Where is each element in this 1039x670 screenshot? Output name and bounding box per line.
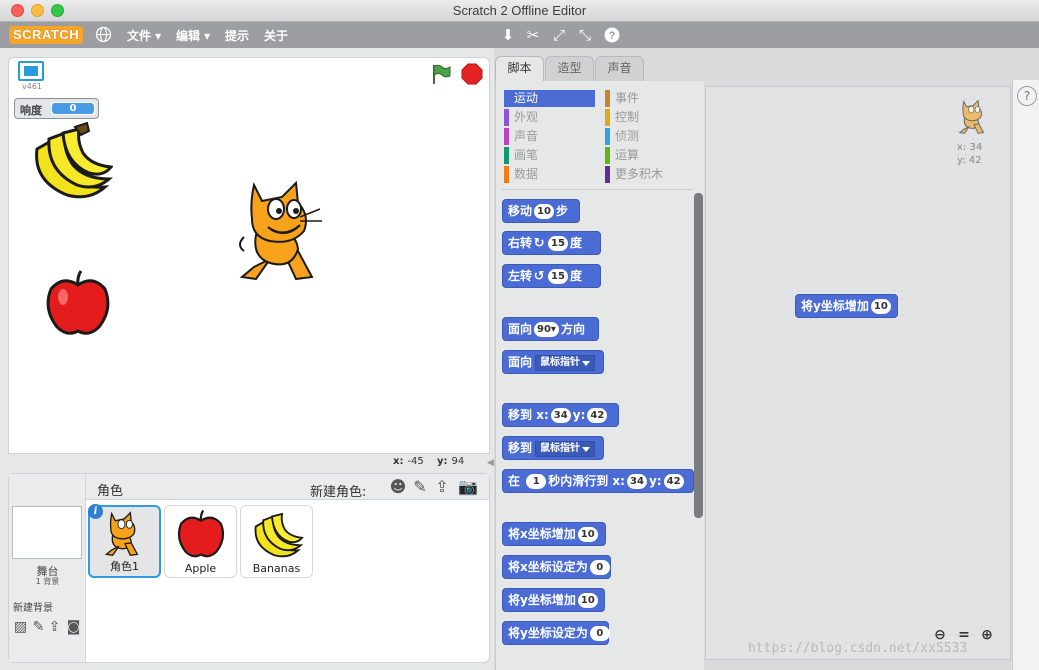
sprite-y-readout: y: 42 [957,155,982,166]
category-more-blocks[interactable]: 更多积木 [605,166,663,183]
stage-thumbnail[interactable] [12,506,82,559]
block-change-y[interactable]: 将y坐标增加 10 [502,588,605,612]
tab-sounds[interactable]: 声音 [595,56,644,81]
cat-sprite[interactable] [234,179,334,283]
zoom-in-icon[interactable]: ⊕ [978,626,996,644]
green-flag-icon[interactable] [430,63,452,85]
menu-tips[interactable]: 提示 [225,27,249,44]
loudness-monitor[interactable]: 响度 0 [14,98,99,119]
category-control[interactable]: 控制 [605,109,639,126]
category-sensing[interactable]: 侦测 [605,128,639,145]
category-data[interactable]: 数据 [504,166,538,183]
stamp-icon[interactable]: ⬇ [499,26,517,44]
block-turn-right[interactable]: 右转 ↻ 15 度 [502,231,601,255]
category-looks[interactable]: 外观 [504,109,538,126]
scissors-icon[interactable]: ✂ [524,26,542,44]
apple-thumb-icon [177,509,225,558]
svg-text:?: ? [609,30,616,42]
scratch-logo[interactable]: SCRATCH [9,26,84,44]
menu-file[interactable]: 文件 ▾ [127,27,161,44]
bananas-sprite[interactable] [29,121,113,201]
watermark: https://blog.csdn.net/xx5533 [748,641,968,656]
new-sprite-label: 新建角色: [310,485,367,500]
tab-costumes[interactable]: 造型 [545,56,594,81]
upload-backdrop-icon[interactable]: ⇪ [46,619,63,636]
sprite-panel-title: 角色 [97,484,124,499]
help-icon[interactable]: ? [603,26,621,44]
block-point-in-direction[interactable]: 面向 90▾ 方向 [502,317,599,341]
menu-edit[interactable]: 编辑 ▾ [176,27,210,44]
stage-canvas[interactable] [8,91,490,454]
title-bar: Scratch 2 Offline Editor [0,0,1039,22]
info-icon[interactable]: i [88,504,103,519]
sprite-tile-bananas[interactable]: Bananas [240,505,313,578]
menu-bar: SCRATCH 文件 ▾ 编辑 ▾ 提示 关于 ⬇ ✂ ⤢ ⤡ ? [0,22,1039,48]
sprite-x-readout: x: 34 [957,142,983,153]
apple-sprite[interactable] [45,269,111,337]
presentation-mode-button[interactable] [18,61,44,81]
camera-backdrop-icon[interactable]: ◙ [65,619,82,636]
tab-scripts[interactable]: 脚本 [495,56,544,82]
sprite-tile-apple[interactable]: Apple [164,505,237,578]
rotate-cw-icon: ↻ [533,236,545,251]
block-move-steps[interactable]: 移动 10 步 [502,199,580,223]
category-events[interactable]: 事件 [605,90,639,107]
sprite-library-icon[interactable]: ☻ [388,477,408,497]
monitor-value: 0 [51,102,95,115]
script-block-change-y[interactable]: 将y坐标增加 10 [795,294,898,318]
sprite-name: 角色1 [110,560,139,573]
category-motion[interactable]: 运动 [504,90,595,107]
palette-divider [502,189,693,190]
sprite-corner-icon [958,99,985,134]
block-point-towards[interactable]: 面向 鼠标指针 [502,350,604,374]
block-set-x[interactable]: 将x坐标设定为 0 [502,555,611,579]
mouse-y-readout: y: 94 [437,456,465,467]
globe-icon[interactable] [95,26,112,43]
block-set-y[interactable]: 将y坐标设定为 0 [502,621,610,645]
palette-scrollbar[interactable] [694,193,703,518]
cat-thumb-icon [104,511,139,556]
category-pen[interactable]: 画笔 [504,147,538,164]
rotate-ccw-icon: ↺ [533,269,545,284]
grow-icon[interactable]: ⤢ [550,26,568,44]
mouse-x-readout: x: -45 [393,456,424,467]
block-go-to-xy[interactable]: 移到 x: 34 y: 42 [502,403,619,427]
new-backdrop-label: 新建背景 [13,603,53,614]
camera-sprite-icon[interactable]: 📷 [458,477,478,497]
help-icon[interactable]: ? [1017,86,1037,106]
sprite-name: Bananas [252,562,301,575]
stage-header [8,57,490,91]
paint-sprite-icon[interactable]: ✎ [410,477,430,497]
monitor-label: 响度 [20,104,42,117]
shrink-icon[interactable]: ⤡ [576,26,594,44]
bananas-thumb-icon [254,512,304,558]
window-title: Scratch 2 Offline Editor [452,3,587,18]
stop-icon[interactable] [461,63,483,85]
backdrop-library-icon[interactable]: ▨ [12,619,29,636]
block-go-to-target[interactable]: 移到 鼠标指针 [502,436,604,460]
block-change-x[interactable]: 将x坐标增加 10 [502,522,606,546]
stage-backdrop-count: 1 背景 [35,577,60,586]
menu-about[interactable]: 关于 [264,27,288,44]
script-area[interactable] [705,86,1011,660]
sprite-name: Apple [184,562,217,575]
category-operators[interactable]: 运算 [605,147,639,164]
block-glide[interactable]: 在 1 秒内滑行到 x: 34 y: 42 [502,469,694,493]
category-sound[interactable]: 声音 [504,128,538,145]
upload-sprite-icon[interactable]: ⇪ [432,477,452,497]
version-label: v461 [22,82,43,91]
right-strip [1012,80,1039,670]
block-turn-left[interactable]: 左转 ↺ 15 度 [502,264,601,288]
paint-backdrop-icon[interactable]: ✎ [30,619,47,636]
